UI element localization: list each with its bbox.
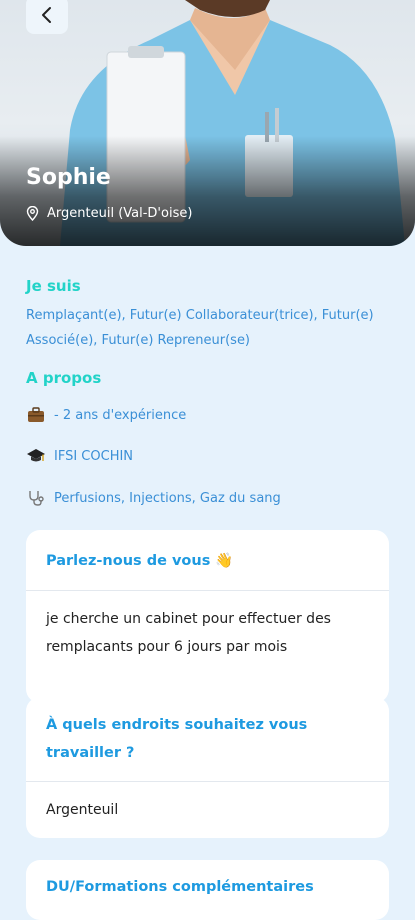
back-button[interactable] xyxy=(26,0,68,34)
stethoscope-icon xyxy=(26,488,46,508)
profile-location: Argenteuil (Val-D'oise) xyxy=(26,206,192,221)
trainings-card-title: DU/Formations complémentaires xyxy=(46,879,314,895)
a-propos-title: A propos xyxy=(26,369,102,387)
locations-card-title: À quels endroits souhaitez vous travaill… xyxy=(26,697,389,782)
profile-name: Sophie xyxy=(26,165,111,190)
briefcase-icon xyxy=(26,405,46,425)
map-pin-icon xyxy=(26,206,39,221)
locations-card: À quels endroits souhaitez vous travaill… xyxy=(26,697,389,838)
skills-text: Perfusions, Injections, Gaz du sang xyxy=(54,490,281,506)
location-label: Argenteuil (Val-D'oise) xyxy=(47,206,193,221)
school-text: IFSI COCHIN xyxy=(54,448,134,464)
locations-card-text: Argenteuil xyxy=(46,802,119,818)
experience-item: - 2 ans d'expérience xyxy=(26,405,186,425)
je-suis-roles: Remplaçant(e), Futur(e) Collaborateur(tr… xyxy=(26,308,374,348)
skills-item: Perfusions, Injections, Gaz du sang xyxy=(26,488,281,508)
about-me-card: Parlez-nous de vous 👋 je cherche un cabi… xyxy=(26,530,389,703)
school-item: IFSI COCHIN xyxy=(26,446,133,466)
trainings-card: DU/Formations complémentaires xyxy=(26,860,389,920)
hero-gradient xyxy=(0,136,415,246)
graduation-cap-icon xyxy=(26,446,46,466)
chevron-left-icon xyxy=(42,7,51,23)
je-suis-title: Je suis xyxy=(26,277,81,295)
about-me-card-title: Parlez-nous de vous 👋 xyxy=(26,530,389,591)
experience-text: - 2 ans d'expérience xyxy=(54,407,187,423)
profile-hero: Sophie Argenteuil (Val-D'oise) xyxy=(0,0,415,246)
about-me-card-text: je cherche un cabinet pour effectuer des… xyxy=(46,611,331,655)
